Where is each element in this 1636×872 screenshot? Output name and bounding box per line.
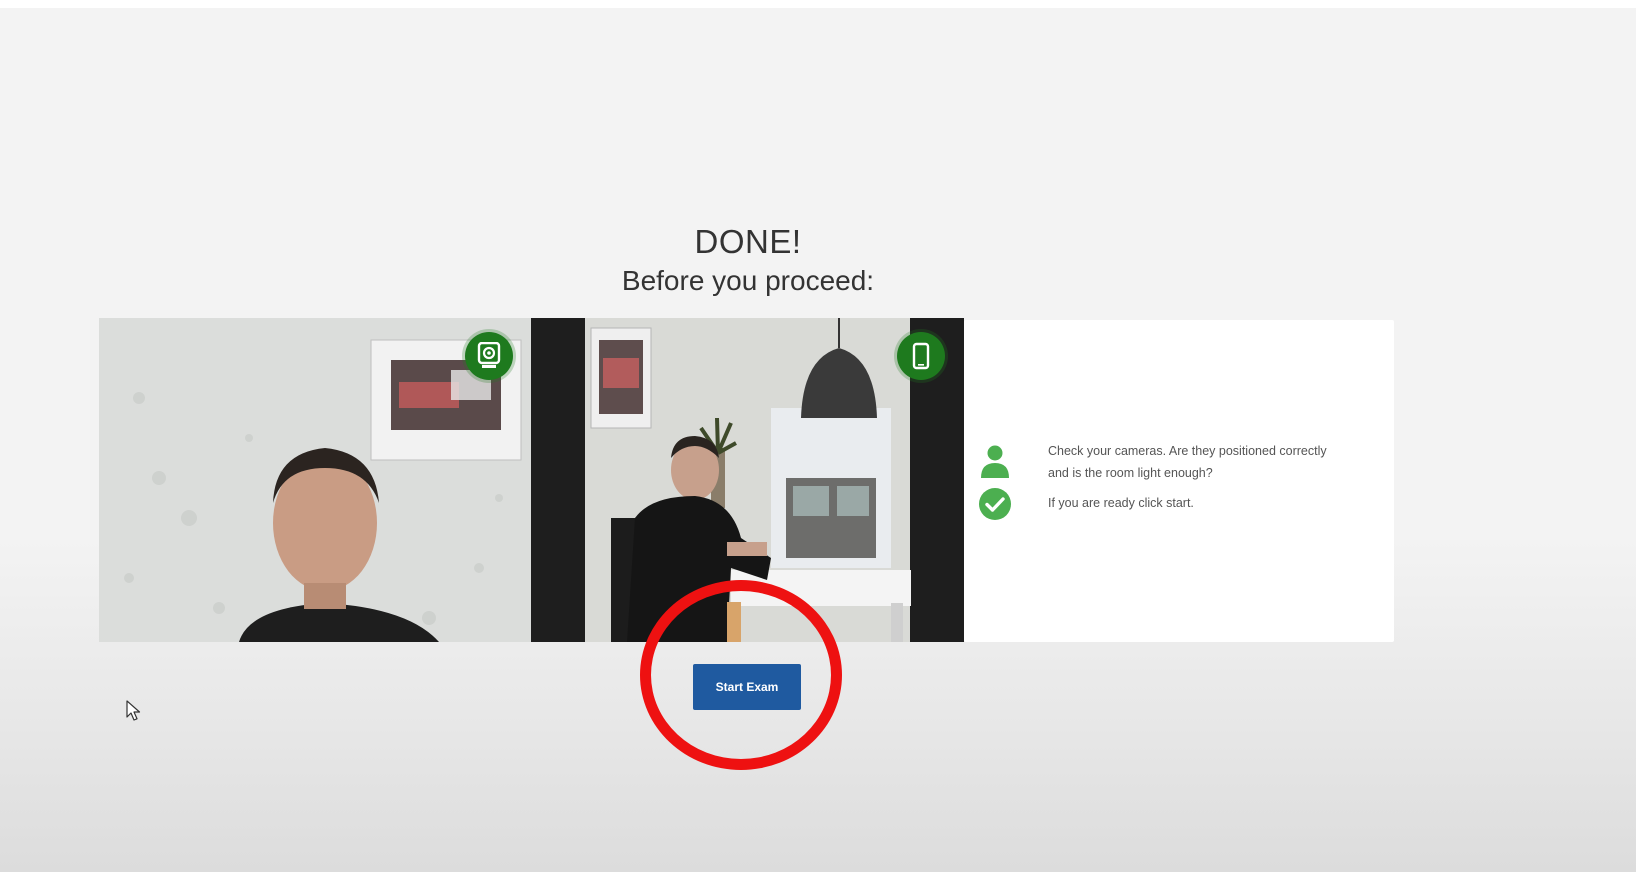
status-icons <box>978 444 1012 526</box>
webcam-badge <box>465 332 513 380</box>
page-subtitle: Before you proceed: <box>621 265 875 296</box>
person-icon <box>981 445 1009 478</box>
check-cameras-text: Check your cameras. Are they positioned … <box>1048 444 1327 480</box>
mouse-cursor-icon <box>126 700 141 721</box>
heading: DONE! Before you proceed: <box>0 222 1496 298</box>
checkmark-circle-icon <box>979 488 1011 520</box>
webcam-icon <box>477 342 501 368</box>
page-title: DONE! <box>694 223 802 260</box>
webcam-video-frame <box>99 318 531 642</box>
phone-camera-feed <box>531 318 964 642</box>
webcam-feed <box>99 318 531 642</box>
start-exam-button[interactable]: Start Exam <box>693 664 801 710</box>
top-band <box>0 0 1636 8</box>
instruction-panel: Check your cameras. Are they positioned … <box>964 320 1394 642</box>
instruction-text: Check your cameras. Are they positioned … <box>1048 440 1348 514</box>
phone-badge <box>897 332 945 380</box>
ready-text: If you are ready click start. <box>1048 496 1194 510</box>
smartphone-icon <box>912 342 930 370</box>
